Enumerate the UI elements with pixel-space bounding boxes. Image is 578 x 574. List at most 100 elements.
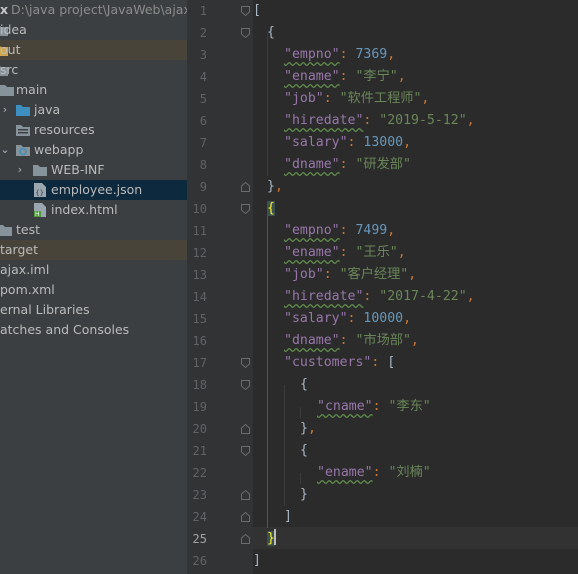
json-key: "cname" [317, 399, 373, 414]
chevron-right-icon[interactable]: › [15, 160, 25, 180]
tree-item-main[interactable]: main [0, 80, 187, 100]
tree-item-webapp[interactable]: ⌄ webapp [0, 140, 187, 160]
json-punctuation: [ [387, 355, 396, 370]
json-punctuation: : [339, 333, 356, 348]
fold-marker-icon[interactable] [241, 446, 250, 456]
code-line[interactable]: } [267, 528, 276, 550]
fold-end-icon[interactable] [241, 182, 250, 192]
json-punctuation: { [267, 201, 275, 216]
json-punctuation: , [466, 113, 475, 128]
tree-item-index-html[interactable]: H index.html [0, 200, 187, 220]
code-line[interactable]: "ename": "刘楠" [317, 462, 431, 484]
fold-end-icon[interactable] [241, 424, 250, 434]
indent-guide [300, 407, 301, 418]
code-line[interactable]: } [300, 484, 308, 506]
code-line[interactable]: "hiredate": "2019-5-12", [284, 110, 475, 132]
code-line[interactable]: [ [253, 0, 261, 22]
code-line[interactable]: "ename": "王乐", [284, 242, 406, 264]
json-punctuation: [ [253, 3, 261, 18]
code-line[interactable]: "dname": "市场部", [284, 330, 419, 352]
code-line[interactable]: }, [300, 418, 316, 440]
code-line[interactable]: "job": "客户经理", [284, 264, 416, 286]
json-punctuation: , [307, 421, 316, 436]
code-line[interactable]: { [267, 22, 275, 44]
svg-text:H: H [35, 211, 40, 217]
line-number: 4 [199, 70, 207, 84]
editor-gutter[interactable]: 1 2 3 4 5 6 7 8 9 10 11 12 13 14 15 16 17 18 19 20 21 22 23 24 2… [187, 0, 253, 574]
folder-icon [33, 165, 47, 176]
code-line[interactable]: { [300, 440, 308, 462]
json-punctuation: : [339, 47, 356, 62]
fold-marker-icon[interactable] [241, 380, 250, 390]
fold-marker-icon[interactable] [241, 358, 250, 368]
code-line[interactable]: "empno": 7499, [284, 220, 395, 242]
fold-marker-icon[interactable] [241, 6, 250, 16]
fold-marker-icon[interactable] [241, 204, 250, 214]
json-punctuation: { [300, 443, 308, 458]
code-editor[interactable]: [ { "empno": 7369, "ename": "李宁", "job": "软件… [253, 0, 578, 574]
code-line[interactable]: "empno": 7369, [284, 44, 395, 66]
line-number: 6 [199, 114, 207, 128]
tree-item-ajax-iml[interactable]: ajax.iml [0, 260, 187, 280]
indent-guide [267, 33, 268, 176]
tree-item-resources[interactable]: resources [0, 120, 187, 140]
text-caret [273, 529, 276, 545]
json-punctuation: : [347, 311, 364, 326]
json-punctuation: , [421, 91, 430, 106]
json-string: "市场部" [355, 333, 411, 348]
tree-item-project-root[interactable]: x D:\java project\JavaWeb\ajax\a [0, 0, 187, 20]
line-number: 26 [192, 554, 207, 568]
code-line[interactable]: }, [267, 176, 283, 198]
chevron-right-icon[interactable]: › [0, 100, 10, 120]
json-punctuation: ] [253, 553, 261, 568]
code-line[interactable]: { [267, 198, 275, 220]
current-line-highlight [253, 527, 578, 549]
code-line[interactable]: "salary": 10000, [284, 308, 411, 330]
tree-item-external-libraries[interactable]: ernal Libraries [0, 300, 187, 320]
tree-item-src[interactable]: src [0, 60, 187, 80]
json-string: "刘楠" [388, 465, 431, 480]
fold-end-icon[interactable] [241, 490, 250, 500]
json-key: "hiredate" [284, 289, 364, 304]
resources-folder-icon [16, 125, 30, 136]
tree-item-label: index.html [51, 202, 118, 217]
json-punctuation: } [300, 421, 308, 436]
tree-item-out[interactable]: out [0, 40, 187, 60]
code-line[interactable]: "cname": "李东" [317, 396, 431, 418]
json-punctuation: : [372, 465, 389, 480]
line-number: 9 [199, 180, 207, 194]
json-punctuation: : [347, 135, 364, 150]
folder-icon [0, 85, 14, 96]
fold-end-icon[interactable] [241, 534, 250, 544]
json-punctuation: : [323, 267, 340, 282]
code-line[interactable]: "job": "软件工程师", [284, 88, 429, 110]
code-line[interactable]: "salary": 13000, [284, 132, 411, 154]
chevron-down-icon[interactable]: ⌄ [0, 140, 10, 160]
code-line[interactable]: "ename": "李宁", [284, 66, 406, 88]
code-line[interactable]: "dname": "研发部" [284, 154, 411, 176]
json-key: "customers" [284, 355, 372, 370]
code-line[interactable]: "hiredate": "2017-4-22", [284, 286, 475, 308]
json-number: 7499 [355, 223, 388, 238]
code-line[interactable]: ] [284, 506, 292, 528]
tree-item-scratches[interactable]: atches and Consoles [0, 320, 187, 340]
tree-item-java[interactable]: › java [0, 100, 187, 120]
tree-item-employee-json[interactable]: {} employee.json [0, 180, 187, 200]
project-tree-panel[interactable]: x D:\java project\JavaWeb\ajax\a idea ou… [0, 0, 187, 574]
fold-marker-icon[interactable] [241, 28, 250, 38]
line-number: 19 [192, 400, 207, 414]
tree-item-pom-xml[interactable]: pom.xml [0, 280, 187, 300]
json-string: "2019-5-12" [379, 113, 467, 128]
tree-item-web-inf[interactable]: › WEB-INF [0, 160, 187, 180]
json-key: "ename" [284, 69, 340, 84]
code-line[interactable]: "customers": [ [284, 352, 395, 374]
line-number: 13 [192, 268, 207, 282]
svg-text:{}: {} [36, 189, 44, 197]
tree-item-idea[interactable]: idea [0, 20, 187, 40]
tree-item-test[interactable]: test [0, 220, 187, 240]
code-line[interactable]: ] [253, 550, 261, 572]
code-line[interactable]: { [300, 374, 308, 396]
line-number: 21 [192, 444, 207, 458]
fold-end-icon[interactable] [241, 512, 250, 522]
tree-item-target[interactable]: target [0, 240, 187, 260]
